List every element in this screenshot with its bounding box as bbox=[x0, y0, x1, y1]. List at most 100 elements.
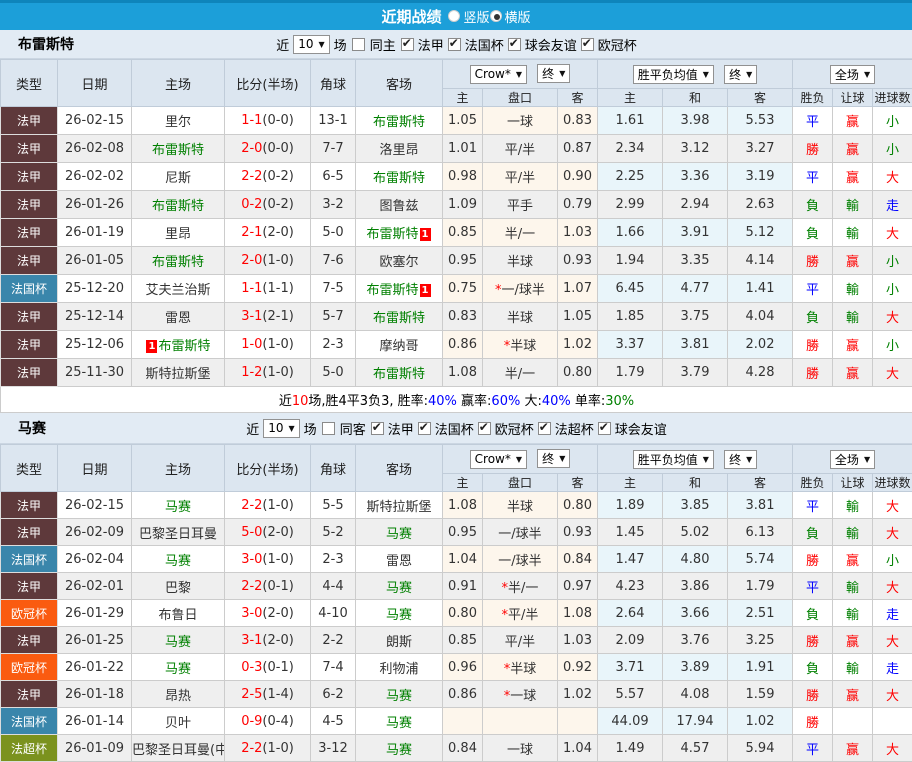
avg-home-odds: 1.85 bbox=[598, 303, 663, 331]
match-row: 法甲 25-11-30 斯特拉斯堡 1-2(1-0) 5-0 布雷斯特 1.08… bbox=[1, 359, 912, 387]
avg-home-odds: 2.99 bbox=[598, 191, 663, 219]
away-team: 布雷斯特1 bbox=[356, 275, 443, 303]
handicap-outcome: 赢 bbox=[833, 681, 873, 708]
away-odds bbox=[558, 708, 598, 735]
summary-segment: 10 bbox=[292, 394, 309, 409]
avg-odds-select[interactable]: 胜平负均值▼ bbox=[633, 450, 714, 469]
handicap-line: *半球 bbox=[483, 331, 558, 359]
odds-source-select[interactable]: Crow*▼ bbox=[470, 450, 527, 469]
layout-radio[interactable] bbox=[448, 10, 460, 22]
away-odds: 0.84 bbox=[558, 546, 598, 573]
home-odds: 0.95 bbox=[443, 519, 483, 546]
match-date: 26-02-15 bbox=[58, 107, 132, 135]
recent-count-select[interactable]: 10▼ bbox=[293, 35, 329, 54]
handicap-line: *一球 bbox=[483, 681, 558, 708]
scope-select[interactable]: 全场▼ bbox=[830, 450, 875, 469]
match-row: 法甲 26-02-15 马赛 2-2(1-0) 5-5 斯特拉斯堡 1.08 半… bbox=[1, 492, 912, 519]
odds-source-select[interactable]: Crow*▼ bbox=[470, 65, 527, 84]
league-checkbox[interactable] bbox=[401, 38, 414, 51]
avg-away-odds: 1.02 bbox=[728, 708, 793, 735]
home-odds: 1.08 bbox=[443, 359, 483, 387]
league-checkbox-label: 法甲 bbox=[388, 419, 414, 438]
match-type-badge: 法甲 bbox=[1, 303, 58, 331]
team-name-text: 里尔 bbox=[165, 115, 191, 130]
match-row: 法国杯 26-01-14 贝叶 0-9(0-4) 4-5 马赛 44.09 17… bbox=[1, 708, 912, 735]
avg-draw-odds: 3.79 bbox=[663, 359, 728, 387]
chevron-down-icon: ▼ bbox=[559, 69, 565, 78]
home-team: 贝叶 bbox=[132, 708, 225, 735]
matches-body: 法甲 26-02-15 马赛 2-2(1-0) 5-5 斯特拉斯堡 1.08 半… bbox=[1, 492, 912, 762]
away-team: 洛里昂 bbox=[356, 135, 443, 163]
home-team: 布雷斯特 bbox=[132, 191, 225, 219]
home-team: 巴黎圣日耳曼(中) bbox=[132, 735, 225, 762]
layout-radio[interactable] bbox=[490, 10, 502, 22]
away-team: 马赛 bbox=[356, 519, 443, 546]
away-odds: 1.05 bbox=[558, 303, 598, 331]
handicap-outcome: 赢 bbox=[833, 735, 873, 762]
same-venue-checkbox[interactable] bbox=[352, 38, 365, 51]
avg-time-select[interactable]: 终▼ bbox=[724, 450, 757, 469]
result-outcome: 平 bbox=[793, 735, 833, 762]
avg-draw-odds: 3.12 bbox=[663, 135, 728, 163]
league-checkbox[interactable] bbox=[478, 422, 491, 435]
home-team: 里尔 bbox=[132, 107, 225, 135]
match-score: 2-2(1-0) bbox=[225, 735, 311, 762]
col-header-type: 类型 bbox=[1, 445, 58, 492]
match-score: 3-1(2-1) bbox=[225, 303, 311, 331]
summary-segment: 单率: bbox=[571, 394, 606, 409]
team-name-text: 欧塞尔 bbox=[379, 255, 418, 270]
avg-time-select[interactable]: 终▼ bbox=[724, 65, 757, 84]
away-team: 朗斯 bbox=[356, 627, 443, 654]
away-odds: 1.02 bbox=[558, 681, 598, 708]
avg-home-odds: 2.09 bbox=[598, 627, 663, 654]
odds-time-select[interactable]: 终▼ bbox=[537, 64, 570, 83]
goals-outcome bbox=[873, 708, 912, 735]
avg-away-odds: 3.25 bbox=[728, 627, 793, 654]
team-name-text: 昂热 bbox=[165, 689, 191, 704]
same-venue-checkbox[interactable] bbox=[322, 422, 335, 435]
match-row: 法甲 26-01-26 布雷斯特 0-2(0-2) 3-2 图鲁兹 1.09 平… bbox=[1, 191, 912, 219]
team-section-header: 马赛 近10▼场同客法甲法国杯欧冠杯法超杯球会友谊 bbox=[0, 413, 912, 444]
handicap-outcome: 輸 bbox=[833, 654, 873, 681]
handicap-outcome: 輸 bbox=[833, 519, 873, 546]
handicap-outcome: 輸 bbox=[833, 275, 873, 303]
scope-select[interactable]: 全场▼ bbox=[830, 65, 875, 84]
handicap-outcome: 輸 bbox=[833, 492, 873, 519]
avg-draw-odds: 5.02 bbox=[663, 519, 728, 546]
match-row: 法甲 26-02-15 里尔 1-1(0-0) 13-1 布雷斯特 1.05 一… bbox=[1, 107, 912, 135]
fulltime-score: 3-1 bbox=[241, 309, 262, 324]
odds-group-header: Crow*▼ 终▼ bbox=[443, 60, 598, 89]
result-outcome: 勝 bbox=[793, 681, 833, 708]
league-checkbox[interactable] bbox=[598, 422, 611, 435]
odds-time-select[interactable]: 终▼ bbox=[537, 449, 570, 468]
halftime-score: (2-0) bbox=[262, 633, 293, 648]
league-checkbox[interactable] bbox=[538, 422, 551, 435]
goals-outcome: 小 bbox=[873, 331, 912, 359]
league-checkbox[interactable] bbox=[371, 422, 384, 435]
team-name-text: 斯特拉斯堡 bbox=[366, 500, 431, 515]
handicap-outcome: 赢 bbox=[833, 627, 873, 654]
goals-outcome: 大 bbox=[873, 219, 912, 247]
team-name-text: 利物浦 bbox=[379, 662, 418, 677]
league-checkbox-label: 欧冠杯 bbox=[598, 35, 637, 54]
result-outcome: 勝 bbox=[793, 627, 833, 654]
match-row: 法甲 25-12-14 雷恩 3-1(2-1) 5-7 布雷斯特 0.83 半球… bbox=[1, 303, 912, 331]
avg-away-odds: 1.91 bbox=[728, 654, 793, 681]
avg-draw-odds: 3.91 bbox=[663, 219, 728, 247]
away-team: 马赛 bbox=[356, 600, 443, 627]
league-checkbox[interactable] bbox=[581, 38, 594, 51]
league-checkbox[interactable] bbox=[508, 38, 521, 51]
recent-count-select[interactable]: 10▼ bbox=[263, 419, 299, 438]
league-checkbox[interactable] bbox=[448, 38, 461, 51]
away-team: 布雷斯特 bbox=[356, 303, 443, 331]
corner-score: 7-5 bbox=[311, 275, 356, 303]
match-type-badge: 欧冠杯 bbox=[1, 600, 58, 627]
handicap-line: *一/球半 bbox=[483, 275, 558, 303]
home-odds: 0.86 bbox=[443, 331, 483, 359]
team-name-text: 布雷斯特 bbox=[366, 283, 418, 298]
table-header: 类型 日期 主场 比分(半场) 角球 客场 Crow*▼ 终▼ 胜平负均值▼ 终… bbox=[1, 445, 912, 492]
match-date: 26-02-08 bbox=[58, 135, 132, 163]
result-outcome: 平 bbox=[793, 275, 833, 303]
avg-odds-select[interactable]: 胜平负均值▼ bbox=[633, 65, 714, 84]
league-checkbox[interactable] bbox=[418, 422, 431, 435]
